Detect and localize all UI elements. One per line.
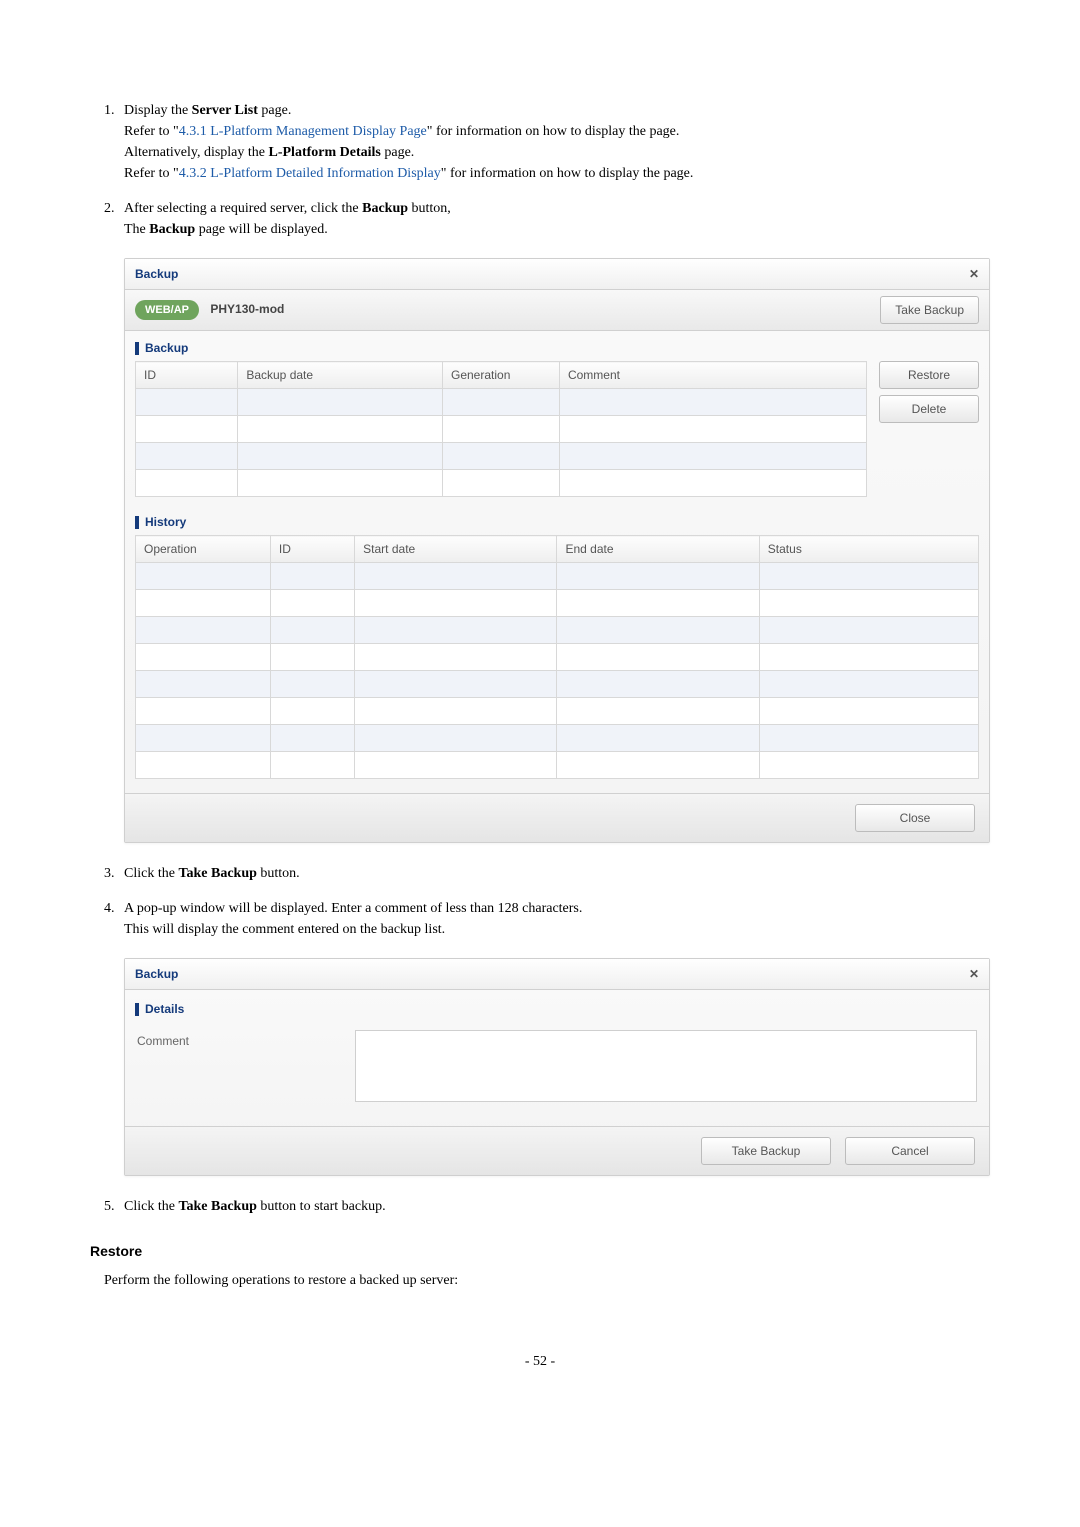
text: Refer to "	[124, 166, 179, 181]
backup-dialog: Backup ✕ WEB/AP PHY130-mod Take Backup B…	[124, 258, 990, 843]
bold-text: Backup	[362, 201, 408, 216]
comment-label: Comment	[137, 1030, 337, 1102]
table-row[interactable]	[136, 590, 979, 617]
server-type-badge: WEB/AP	[135, 300, 199, 321]
step-1: Display the Server List page. Refer to "…	[118, 100, 990, 184]
col-id: ID	[136, 362, 238, 389]
table-row[interactable]	[136, 416, 867, 443]
bold-text: Take Backup	[178, 1199, 256, 1214]
server-name: PHY130-mod	[210, 302, 284, 316]
history-table[interactable]: Operation ID Start date End date Status	[135, 535, 979, 779]
close-button[interactable]: Close	[855, 804, 975, 832]
link-4-3-2[interactable]: 4.3.2 L-Platform Detailed Information Di…	[179, 166, 441, 181]
table-row[interactable]	[136, 644, 979, 671]
text: Alternatively, display the	[124, 145, 269, 160]
dialog-title: Backup	[135, 265, 178, 283]
step-2: After selecting a required server, click…	[118, 198, 990, 843]
table-row[interactable]	[136, 563, 979, 590]
dialog-title: Backup	[135, 965, 178, 983]
bold-text: Server List	[192, 103, 258, 118]
text: The	[124, 222, 149, 237]
col-start-date: Start date	[355, 536, 557, 563]
text: page.	[381, 145, 414, 160]
text: This will display the comment entered on…	[124, 922, 445, 937]
table-row[interactable]	[136, 752, 979, 779]
bold-text: L-Platform Details	[269, 145, 381, 160]
text: After selecting a required server, click…	[124, 201, 362, 216]
comment-input[interactable]	[355, 1030, 977, 1102]
page-number: - 52 -	[90, 1351, 990, 1372]
col-status: Status	[759, 536, 978, 563]
table-row[interactable]	[136, 389, 867, 416]
restore-intro: Perform the following operations to rest…	[104, 1270, 990, 1291]
bold-text: Backup	[149, 222, 195, 237]
restore-button[interactable]: Restore	[879, 361, 979, 389]
section-history-label: History	[145, 513, 186, 531]
text: Refer to "	[124, 124, 179, 139]
bold-text: Take Backup	[178, 866, 256, 881]
col-end-date: End date	[557, 536, 759, 563]
section-bar-icon	[135, 1003, 139, 1016]
text: " for information on how to display the …	[441, 166, 694, 181]
table-row[interactable]	[136, 617, 979, 644]
step-3: Click the Take Backup button.	[118, 863, 990, 884]
col-comment: Comment	[559, 362, 866, 389]
step-5: Click the Take Backup button to start ba…	[118, 1196, 990, 1217]
col-id: ID	[270, 536, 354, 563]
text: page.	[258, 103, 291, 118]
text: Click the	[124, 866, 178, 881]
text: page will be displayed.	[195, 222, 328, 237]
table-row[interactable]	[136, 725, 979, 752]
text: button.	[257, 866, 300, 881]
delete-button[interactable]: Delete	[879, 395, 979, 423]
col-generation: Generation	[443, 362, 560, 389]
close-icon[interactable]: ✕	[969, 965, 979, 983]
backup-details-dialog: Backup ✕ Details Comment Take Backup Can…	[124, 958, 990, 1176]
col-backup-date: Backup date	[238, 362, 443, 389]
table-row[interactable]	[136, 443, 867, 470]
text: button to start backup.	[257, 1199, 386, 1214]
step-4: A pop-up window will be displayed. Enter…	[118, 898, 990, 1176]
section-backup-label: Backup	[145, 339, 188, 357]
restore-heading: Restore	[90, 1241, 990, 1262]
section-bar-icon	[135, 516, 139, 529]
text: button,	[408, 201, 451, 216]
table-row[interactable]	[136, 470, 867, 497]
take-backup-button[interactable]: Take Backup	[701, 1137, 831, 1165]
text: " for information on how to display the …	[427, 124, 680, 139]
link-4-3-1[interactable]: 4.3.1 L-Platform Management Display Page	[179, 124, 427, 139]
take-backup-button[interactable]: Take Backup	[880, 296, 979, 324]
section-details-label: Details	[145, 1000, 184, 1018]
text: Display the	[124, 103, 192, 118]
backup-table[interactable]: ID Backup date Generation Comment	[135, 361, 867, 497]
col-operation: Operation	[136, 536, 271, 563]
close-icon[interactable]: ✕	[969, 265, 979, 283]
text: A pop-up window will be displayed. Enter…	[124, 901, 582, 916]
table-row[interactable]	[136, 698, 979, 725]
cancel-button[interactable]: Cancel	[845, 1137, 975, 1165]
section-bar-icon	[135, 342, 139, 355]
text: Click the	[124, 1199, 178, 1214]
table-row[interactable]	[136, 671, 979, 698]
